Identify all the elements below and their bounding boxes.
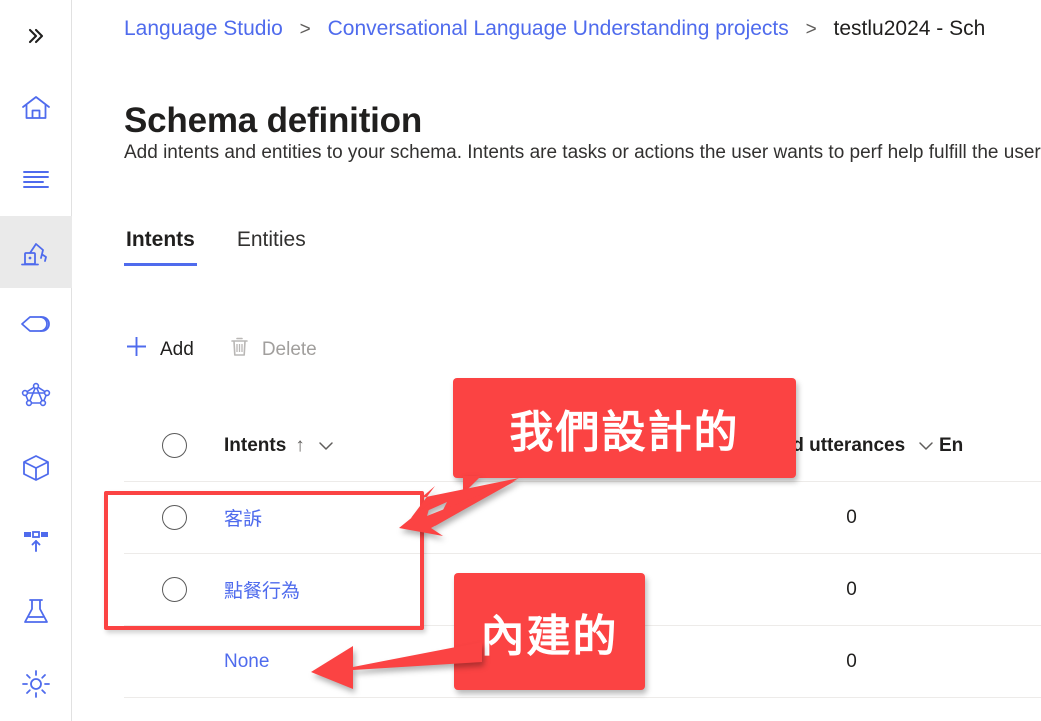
breadcrumb-item-language-studio[interactable]: Language Studio xyxy=(124,17,283,40)
tab-entities[interactable]: Entities xyxy=(235,228,308,266)
labeled-utterances-cell: 0 xyxy=(846,506,857,528)
annotation-callout-custom-intents: 我們設計的 xyxy=(453,378,796,478)
add-button[interactable]: Add xyxy=(124,334,194,365)
sidebar-item-expand-menu[interactable] xyxy=(0,0,72,72)
annotation-highlight-rectangle xyxy=(104,491,424,630)
delete-button-label: Delete xyxy=(261,338,317,360)
select-all-cell xyxy=(124,433,224,458)
sidebar-item-home[interactable] xyxy=(0,72,72,144)
select-all-radio[interactable] xyxy=(161,433,187,458)
plus-icon xyxy=(124,334,149,365)
box-package-icon xyxy=(19,451,53,485)
labeled-utterances-cell: 0 xyxy=(846,650,857,672)
column-header-entities[interactable]: En xyxy=(939,435,1041,457)
page-title: Schema definition xyxy=(124,101,423,141)
chevron-down-icon[interactable] xyxy=(915,435,937,457)
sidebar-item-training-jobs[interactable] xyxy=(0,360,72,432)
tab-intents[interactable]: Intents xyxy=(124,228,197,266)
double-chevron-right-icon xyxy=(23,23,49,49)
annotation-arrow-to-custom-intents xyxy=(399,478,519,536)
sidebar-item-label-data[interactable] xyxy=(0,288,72,360)
left-navigation-rail xyxy=(0,0,72,721)
breadcrumb-item-current: testlu2024 - Sch xyxy=(833,17,986,40)
breadcrumb-separator: > xyxy=(805,19,817,40)
sidebar-item-project-settings[interactable] xyxy=(0,648,72,720)
flask-icon xyxy=(19,595,53,629)
main-content: Language Studio > Conversational Languag… xyxy=(73,0,1041,721)
command-bar: Add Delete xyxy=(124,334,351,365)
deploy-upload-icon xyxy=(19,523,53,557)
breadcrumb-separator: > xyxy=(299,19,311,40)
annotation-arrow-to-none xyxy=(311,642,482,689)
gear-icon xyxy=(19,667,53,701)
trash-icon xyxy=(228,335,251,364)
tab-list: Intents Entities xyxy=(124,228,346,266)
column-header-intents-label: Intents xyxy=(224,434,287,456)
sidebar-item-deploying-model[interactable] xyxy=(0,504,72,576)
chevron-down-icon[interactable] xyxy=(315,435,337,457)
breadcrumb: Language Studio > Conversational Languag… xyxy=(124,14,985,45)
sidebar-item-schema-definition[interactable] xyxy=(0,216,72,288)
text-lines-icon xyxy=(19,163,53,197)
network-graph-icon xyxy=(18,378,54,414)
robot-arm-icon xyxy=(18,234,54,270)
sort-ascending-icon: ↑ xyxy=(295,434,305,456)
add-button-label: Add xyxy=(160,338,194,360)
breadcrumb-item-clu-projects[interactable]: Conversational Language Understanding pr… xyxy=(328,17,789,40)
home-icon xyxy=(19,91,53,125)
labeled-utterances-cell: 0 xyxy=(846,578,857,600)
sidebar-item-testing-deployments[interactable] xyxy=(0,576,72,648)
tag-icon xyxy=(18,306,54,342)
page-description: Add intents and entities to your schema.… xyxy=(124,142,1041,163)
sidebar-item-model-performance[interactable] xyxy=(0,432,72,504)
intent-link[interactable]: None xyxy=(224,651,269,672)
delete-button[interactable]: Delete xyxy=(228,335,317,364)
sidebar-item-text-analytics[interactable] xyxy=(0,144,72,216)
